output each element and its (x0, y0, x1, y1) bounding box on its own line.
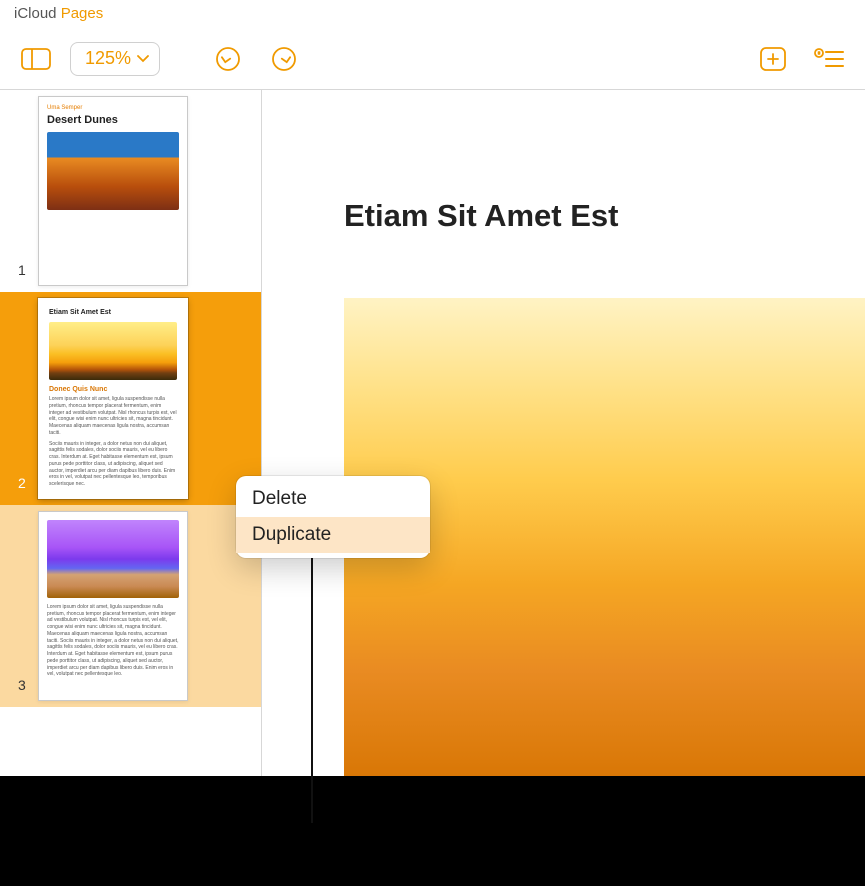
thumb-body: Lorem ipsum dolor sit amet, ligula suspe… (49, 396, 177, 437)
thumb-heading: Desert Dunes (47, 114, 179, 126)
thumb-body-2: Sociis mauris in integer, a dolor netus … (49, 441, 177, 488)
zoom-value: 125% (85, 48, 131, 69)
zoom-select[interactable]: 125% (70, 42, 160, 76)
list-icon (814, 48, 844, 70)
titlebar: iCloud Pages (0, 0, 865, 28)
redo-icon (270, 45, 298, 73)
insert-button[interactable] (751, 42, 795, 76)
thumbnail-page-1[interactable]: 1 Uma Semper Desert Dunes (0, 90, 261, 292)
thumbnail-preview: Lorem ipsum dolor sit amet, ligula suspe… (38, 511, 188, 701)
context-menu: Delete Duplicate (236, 476, 430, 558)
sidebar-toggle-button[interactable] (14, 42, 58, 76)
dunes-image (47, 132, 179, 210)
menu-item-label: Duplicate (252, 524, 331, 545)
menu-item-label: Delete (252, 488, 307, 509)
plus-box-icon (759, 46, 787, 72)
thumbnail-page-3[interactable]: 3 Lorem ipsum dolor sit amet, ligula sus… (0, 505, 261, 707)
thumbnail-panel[interactable]: 1 Uma Semper Desert Dunes 2 Etiam Sit Am… (0, 90, 262, 776)
sidebar-icon (21, 48, 51, 70)
thumbnail-preview: Etiam Sit Amet Est Donec Quis Nunc Lorem… (38, 298, 188, 499)
list-button[interactable] (807, 42, 851, 76)
redo-button[interactable] (262, 42, 306, 76)
thumbnail-page-2[interactable]: 2 Etiam Sit Amet Est Donec Quis Nunc Lor… (0, 292, 261, 505)
chevron-down-icon (137, 55, 149, 63)
menu-item-delete[interactable]: Delete (236, 481, 430, 517)
sunset-image (49, 322, 177, 380)
app-label: Pages (61, 5, 104, 22)
toolbar: 125% (0, 28, 865, 90)
thumb-sub: Donec Quis Nunc (49, 386, 177, 393)
mountain-image (47, 520, 179, 598)
document-canvas[interactable]: Etiam Sit Amet Est (262, 90, 865, 776)
thumb-overline: Uma Semper (47, 105, 179, 111)
brand-label: iCloud (14, 5, 57, 22)
callout-line (311, 553, 313, 823)
undo-icon (214, 45, 242, 73)
menu-item-duplicate[interactable]: Duplicate (236, 517, 430, 553)
thumbnail-preview: Uma Semper Desert Dunes (38, 96, 188, 286)
page-number: 1 (18, 262, 26, 278)
caption-area (0, 776, 865, 886)
undo-button[interactable] (206, 42, 250, 76)
page-number: 3 (18, 677, 26, 693)
page-number: 2 (18, 475, 26, 491)
document-heading: Etiam Sit Amet Est (344, 198, 618, 234)
thumb-heading: Etiam Sit Amet Est (49, 309, 177, 316)
thumb-body: Lorem ipsum dolor sit amet, ligula suspe… (47, 604, 179, 678)
content-area: 1 Uma Semper Desert Dunes 2 Etiam Sit Am… (0, 90, 865, 776)
